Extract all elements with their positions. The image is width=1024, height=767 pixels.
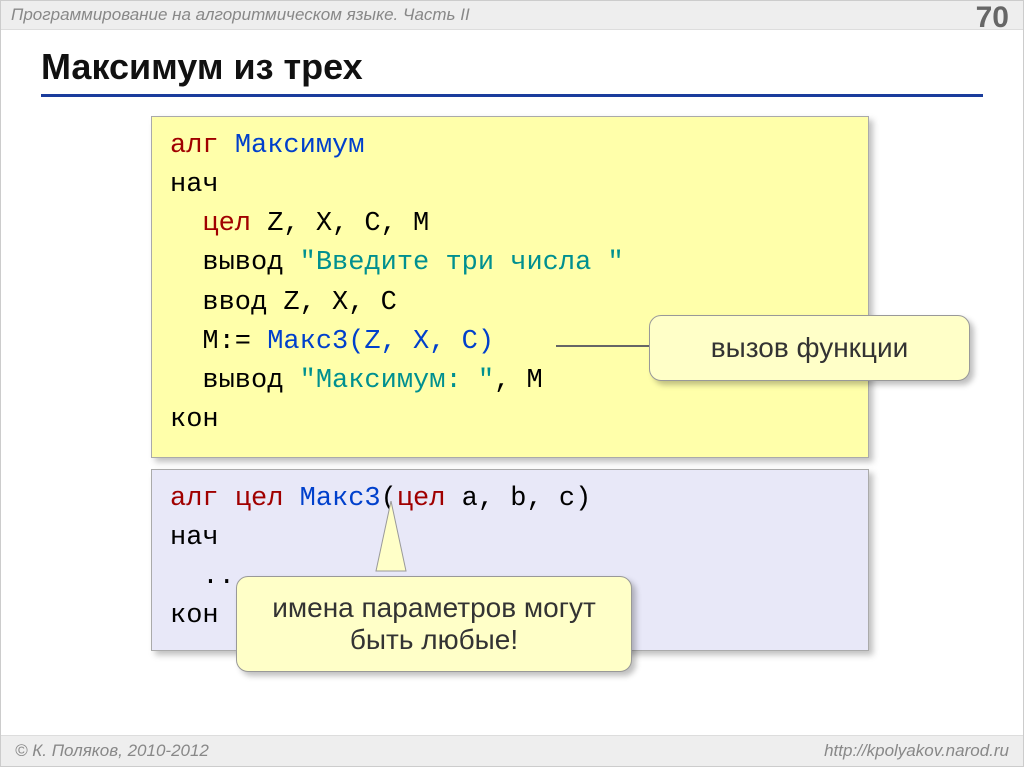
header-title: Программирование на алгоритмическом язык…	[11, 5, 470, 25]
assign-a: M:=	[170, 327, 267, 357]
alg-name: Максимум	[235, 131, 365, 161]
kw-tsel2: цел	[235, 484, 284, 514]
callout-param-names: имена параметров могут быть любые!	[236, 576, 632, 672]
slide: Программирование на алгоритмическом язык…	[0, 0, 1024, 767]
code-block-main: алг Максимум нач цел Z, X, C, M вывод "В…	[151, 116, 869, 458]
out2c: , M	[494, 366, 543, 396]
call-max3: Макс3(Z, X, C)	[267, 327, 494, 357]
page-number: 70	[976, 1, 1009, 35]
footer-left: © К. Поляков, 2010-2012	[15, 741, 209, 761]
callout-function-call: вызов функции	[649, 315, 970, 381]
kw-alg2: алг	[170, 484, 219, 514]
kw-tsel: цел	[202, 209, 251, 239]
out1b: "Введите три числа "	[300, 248, 624, 278]
out2a: вывод	[170, 366, 300, 396]
in1: ввод Z, X, C	[170, 288, 397, 318]
kw-kon2: кон	[170, 601, 219, 631]
footer-bar: © К. Поляков, 2010-2012 http://kpolyakov…	[1, 735, 1023, 766]
kw-kon: кон	[170, 405, 219, 435]
footer-right: http://kpolyakov.narod.ru	[824, 741, 1009, 761]
kw-nach2: нач	[170, 523, 219, 553]
kw-nach: нач	[170, 170, 219, 200]
params: a, b, c)	[445, 484, 591, 514]
kw-alg: алг	[170, 131, 219, 161]
out1a: вывод	[170, 248, 300, 278]
connector-line-1	[556, 345, 651, 347]
callout1-text: вызов функции	[711, 332, 909, 364]
connector-tail-2	[356, 501, 426, 581]
vars: Z, X, C, M	[251, 209, 429, 239]
slide-title: Максимум из трех	[41, 46, 983, 97]
callout2-text: имена параметров могут быть любые!	[249, 592, 619, 656]
out2b: "Максимум: "	[300, 366, 494, 396]
header-bar: Программирование на алгоритмическом язык…	[1, 1, 1023, 30]
